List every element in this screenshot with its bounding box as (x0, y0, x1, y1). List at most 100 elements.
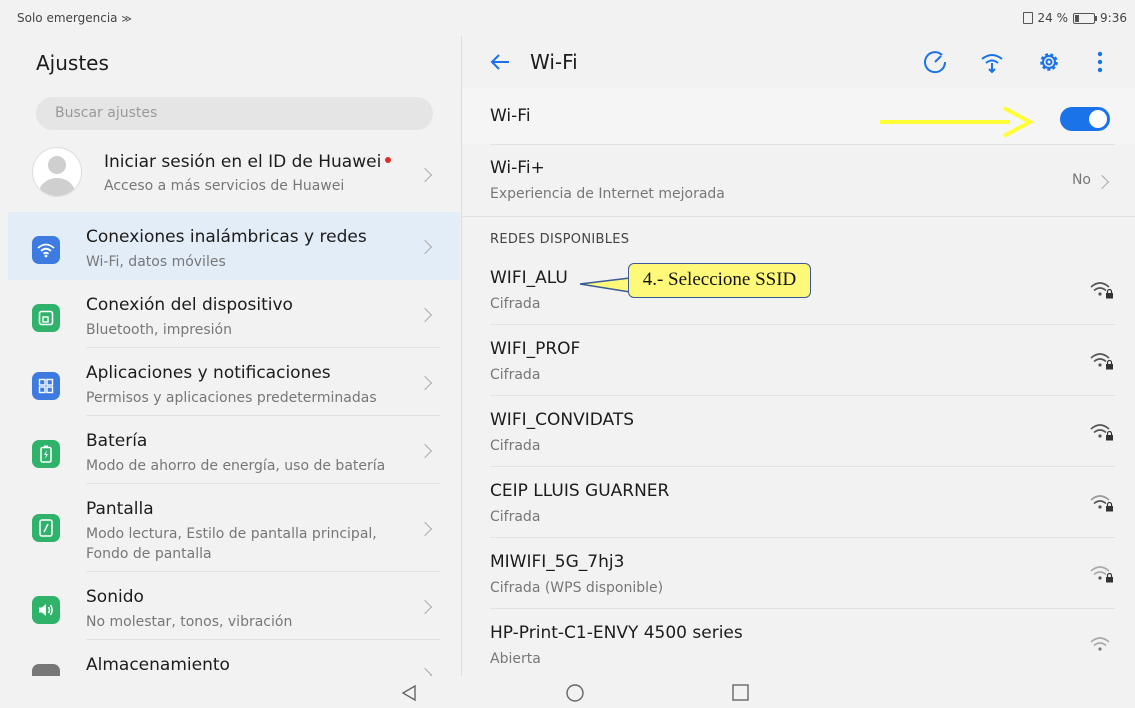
storage-icon (32, 664, 60, 676)
chevron-right-icon (1094, 174, 1110, 190)
page-title: Ajustes (36, 51, 109, 75)
apps-icon (32, 372, 60, 400)
status-left: Solo emergencia ≫ (17, 11, 132, 25)
battery-icon (1073, 12, 1098, 24)
settings-menu: Conexiones inalámbricas y redes Wi-Fi, d… (8, 212, 460, 676)
sim-icon (1022, 12, 1033, 24)
network-status: Cifrada (WPS disponible) (490, 580, 664, 596)
menu-item-subtitle: Wi-Fi, datos móviles (86, 254, 226, 270)
network-name: HP-Print-C1-ENVY 4500 series (490, 623, 743, 643)
status-right: 24 % 9:36 (1022, 11, 1127, 25)
annotation-arrow-icon (880, 106, 1035, 138)
display-icon (32, 514, 60, 542)
chevron-right-icon (417, 667, 433, 676)
back-nav-icon[interactable] (400, 684, 418, 706)
callout-pointer-icon (579, 277, 631, 293)
wifi-toolbar: Wi-Fi (462, 36, 1135, 88)
account-subtitle: Acceso a más servicios de Huawei (104, 178, 345, 194)
menu-item-title: Aplicaciones y notificaciones (86, 363, 331, 383)
menu-item-subtitle: Modo de ahorro de energía, uso de baterí… (86, 458, 386, 474)
menu-item-sound[interactable]: Sonido No molestar, tonos, vibración (8, 572, 460, 640)
wifi-locked-signal-icon (1089, 493, 1115, 517)
wifi-plus-row[interactable]: Wi-Fi+ Experiencia de Internet mejorada … (462, 144, 1135, 216)
account-title-wrap: Iniciar sesión en el ID de Huawei (104, 152, 392, 172)
menu-item-wireless[interactable]: Conexiones inalámbricas y redes Wi-Fi, d… (8, 212, 460, 280)
network-name: WIFI_PROF (490, 339, 581, 359)
menu-item-title: Pantalla (86, 499, 154, 519)
wifi-toggle[interactable] (1060, 107, 1110, 131)
wifi-locked-signal-icon (1089, 280, 1115, 304)
chevron-right-icon (417, 521, 433, 537)
emergency-text: Solo emergencia (17, 11, 118, 25)
chevron-right-icon (417, 239, 433, 255)
menu-item-title: Batería (86, 431, 148, 451)
menu-item-subtitle: No molestar, tonos, vibración (86, 614, 293, 630)
network-name: WIFI_ALU (490, 268, 568, 288)
avatar (32, 147, 82, 197)
network-status: Cifrada (490, 438, 541, 454)
recents-nav-icon[interactable] (732, 684, 750, 706)
wifi-direct-icon[interactable] (978, 48, 1006, 76)
network-name: WIFI_CONVIDATS (490, 410, 635, 430)
network-list: WIFI_ALU Cifrada WIFI_PROF Cifrada WIFI_… (462, 254, 1135, 676)
page-title: Wi-Fi (530, 50, 578, 74)
wifi-icon (32, 236, 60, 264)
huawei-id-item[interactable]: Iniciar sesión en el ID de Huawei Acceso… (8, 139, 460, 207)
navigation-bar (0, 676, 1135, 707)
gear-icon[interactable] (1035, 48, 1063, 76)
network-name: MIWIFI_5G_7hj3 (490, 552, 625, 572)
menu-item-battery[interactable]: Batería Modo de ahorro de energía, uso d… (8, 416, 460, 484)
status-bar: Solo emergencia ≫ 24 % 9:36 (0, 0, 1135, 36)
sound-icon (32, 596, 60, 624)
wifi-toggle-label: Wi-Fi (490, 106, 531, 126)
network-item[interactable]: MIWIFI_5G_7hj3 Cifrada (WPS disponible) (462, 538, 1135, 609)
back-arrow-icon[interactable] (488, 50, 512, 78)
network-item[interactable]: WIFI_CONVIDATS Cifrada (462, 396, 1135, 467)
wifi-plus-subtitle: Experiencia de Internet mejorada (490, 186, 725, 202)
network-item[interactable]: HP-Print-C1-ENVY 4500 series Abierta (462, 609, 1135, 676)
menu-item-subtitle: Bluetooth, impresión (86, 322, 232, 338)
notification-dot (385, 157, 392, 163)
account-title: Iniciar sesión en el ID de Huawei (104, 152, 382, 172)
wifi-plus-title: Wi-Fi+ (490, 158, 545, 178)
network-status: Cifrada (490, 296, 541, 312)
network-name: CEIP LLUIS GUARNER (490, 481, 670, 501)
menu-item-storage[interactable]: Almacenamiento (8, 640, 460, 676)
network-status: Cifrada (490, 509, 541, 525)
chevron-right-icon (417, 599, 433, 615)
speed-test-icon[interactable] (921, 48, 949, 76)
network-status: Abierta (490, 651, 541, 667)
menu-item-subtitle: Modo lectura, Estilo de pantalla princip… (86, 526, 377, 562)
settings-panel: Ajustes Buscar ajustes Iniciar sesión en… (8, 36, 460, 676)
battery-percent: 24 % (1037, 11, 1069, 25)
wifi-locked-signal-icon (1089, 422, 1115, 446)
chevron-right-icon (417, 443, 433, 459)
network-status: Cifrada (490, 367, 541, 383)
device-connection-icon (32, 304, 60, 332)
wifi-panel: Wi-Fi Wi-Fi Wi-Fi+ Experiencia de Intern… (462, 36, 1135, 676)
more-options-icon[interactable] (1086, 48, 1114, 76)
menu-item-title: Almacenamiento (86, 655, 230, 675)
clock: 9:36 (1100, 11, 1127, 25)
menu-item-title: Conexión del dispositivo (86, 295, 293, 315)
no-signal-icon: ≫ (121, 14, 132, 25)
chevron-right-icon (417, 307, 433, 323)
section-header: REDES DISPONIBLES (490, 232, 630, 247)
home-nav-icon[interactable] (565, 684, 585, 708)
menu-item-display[interactable]: Pantalla Modo lectura, Estilo de pantall… (8, 484, 460, 572)
wifi-locked-signal-icon (1089, 351, 1115, 375)
wifi-locked-signal-icon (1089, 564, 1115, 588)
wifi-plus-value: No (1071, 172, 1091, 188)
annotation-callout: 4.- Seleccione SSID (628, 263, 811, 298)
wifi-signal-icon (1089, 635, 1115, 659)
menu-item-apps[interactable]: Aplicaciones y notificaciones Permisos y… (8, 348, 460, 416)
network-item[interactable]: WIFI_PROF Cifrada (462, 325, 1135, 396)
battery-icon (32, 440, 60, 468)
menu-item-title: Conexiones inalámbricas y redes (86, 227, 367, 247)
menu-item-subtitle: Permisos y aplicaciones predeterminadas (86, 390, 377, 406)
search-input[interactable]: Buscar ajustes (36, 97, 433, 130)
menu-item-title: Sonido (86, 587, 144, 607)
network-item[interactable]: CEIP LLUIS GUARNER Cifrada (462, 467, 1135, 538)
chevron-right-icon (417, 167, 433, 183)
menu-item-device-connection[interactable]: Conexión del dispositivo Bluetooth, impr… (8, 280, 460, 348)
